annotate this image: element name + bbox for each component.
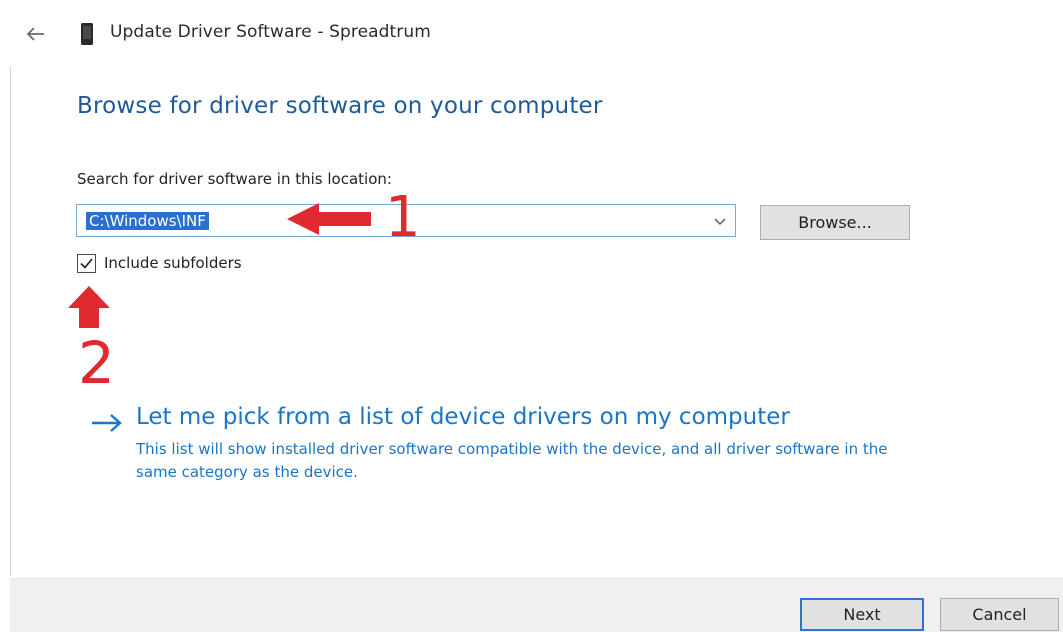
cancel-button[interactable]: Cancel: [940, 598, 1059, 631]
annotation-marker-2: 2: [78, 329, 115, 397]
include-subfolders-label[interactable]: Include subfolders: [104, 254, 242, 272]
update-driver-window: Update Driver Software - Spreadtrum Brow…: [0, 0, 1063, 632]
page-heading: Browse for driver software on your compu…: [77, 93, 603, 119]
pick-driver-title[interactable]: Let me pick from a list of device driver…: [136, 404, 790, 430]
back-button[interactable]: [22, 22, 48, 46]
title-bar: Update Driver Software - Spreadtrum: [0, 0, 1063, 66]
right-arrow-icon: [92, 414, 122, 432]
annotation-arrow-up-icon: [68, 286, 110, 328]
device-icon: [80, 23, 94, 45]
annotation-arrow-left-icon: [287, 203, 371, 235]
location-input-value[interactable]: C:\Windows\INF: [86, 212, 209, 230]
checkmark-icon: [80, 258, 93, 269]
include-subfolders-checkbox[interactable]: [77, 254, 96, 273]
browse-button[interactable]: Browse...: [760, 205, 910, 240]
chevron-down-icon[interactable]: [713, 215, 727, 227]
next-button[interactable]: Next: [800, 598, 924, 631]
window-title: Update Driver Software - Spreadtrum: [110, 22, 431, 42]
back-arrow-icon: [26, 27, 44, 41]
annotation-marker-1: 1: [385, 185, 421, 250]
location-label: Search for driver software in this locat…: [77, 170, 392, 188]
pick-driver-description: This list will show installed driver sof…: [136, 440, 888, 481]
window-left-border: [10, 66, 11, 576]
